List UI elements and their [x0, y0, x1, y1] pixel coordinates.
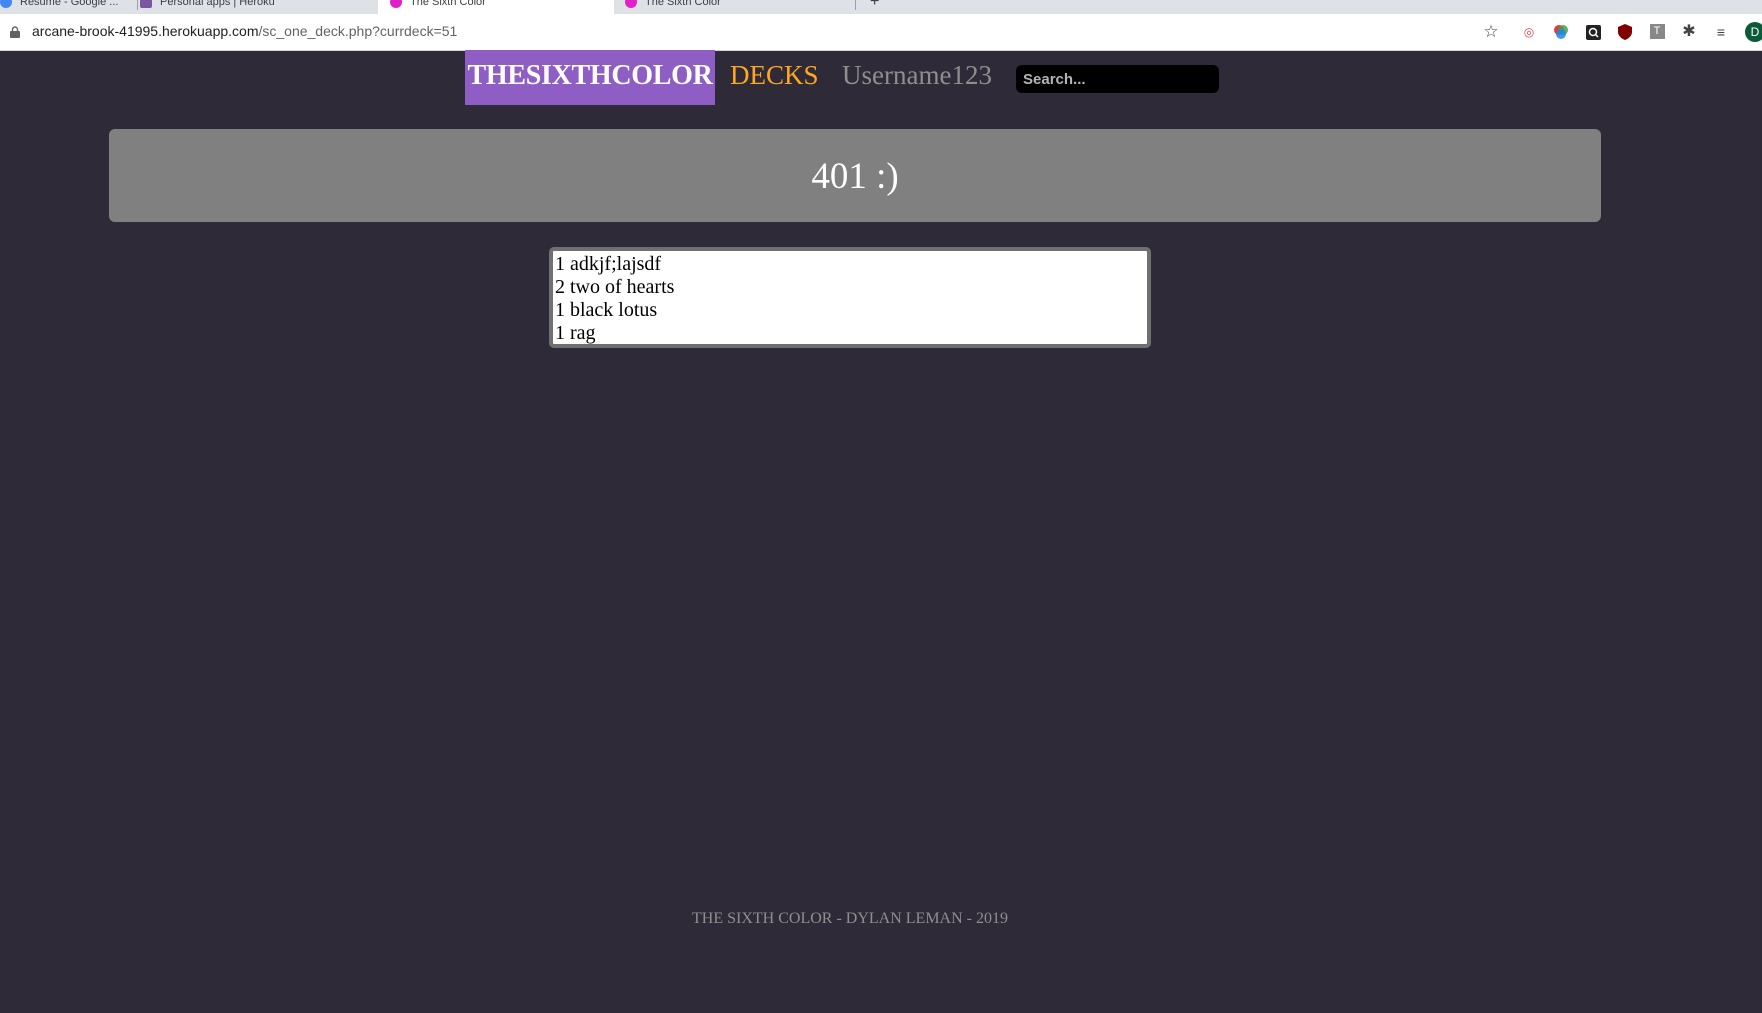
tab-sixth-color-active[interactable]: The Sixth Color ×: [378, 0, 614, 14]
pdf-extension-icon[interactable]: ◎: [1520, 23, 1538, 41]
site-favicon-icon: [390, 0, 402, 8]
ublock-shield-icon[interactable]: [1616, 23, 1634, 41]
footer-text: THE SIXTH COLOR - DYLAN LEMAN - 2019: [692, 910, 1008, 927]
tab-label: The Sixth Color: [410, 0, 486, 8]
url-text[interactable]: arcane-brook-41995.herokuapp.com/sc_one_…: [32, 23, 457, 39]
deck-title: 401 :): [811, 156, 899, 197]
puzzle-extensions-icon[interactable]: ✱: [1680, 23, 1698, 41]
google-docs-icon: [0, 0, 12, 8]
media-queue-icon[interactable]: ≡: [1712, 23, 1730, 41]
tab-heroku[interactable]: Personal apps | Heroku ×: [140, 0, 372, 14]
bookmark-star-icon[interactable]: ☆: [1482, 23, 1500, 41]
lock-icon: [10, 26, 20, 38]
decks-link[interactable]: DECKS: [730, 60, 819, 91]
deck-card-line: 1 adkjf;lajsdf: [555, 253, 662, 275]
search-extension-icon[interactable]: [1584, 23, 1602, 41]
site-favicon-icon: [625, 0, 637, 8]
profile-avatar[interactable]: D: [1745, 22, 1762, 42]
tab-resume[interactable]: Resume - Google ... ×: [0, 0, 135, 14]
deck-card-line: 2 two of hearts: [555, 276, 675, 298]
url-host: arcane-brook-41995.herokuapp.com: [32, 23, 259, 39]
url-path: /sc_one_deck.php?currdeck=51: [258, 23, 458, 39]
tab-label: The Sixth Color: [645, 0, 721, 8]
color-picker-extension-icon[interactable]: [1552, 23, 1570, 41]
tab-label: Personal apps | Heroku: [160, 0, 275, 8]
t-extension-icon[interactable]: T: [1648, 23, 1666, 41]
tab-label: Resume - Google ...: [20, 0, 119, 8]
deck-banner: 401 :): [109, 129, 1601, 222]
deck-card-line: 1 rag: [555, 322, 596, 344]
deck-list-box[interactable]: 1 adkjf;lajsdf 2 two of hearts 1 black l…: [549, 247, 1151, 348]
username-link[interactable]: Username123: [842, 60, 992, 91]
tab-strip: Resume - Google ... × Personal apps | He…: [0, 0, 1762, 14]
address-bar[interactable]: arcane-brook-41995.herokuapp.com/sc_one_…: [0, 14, 1762, 51]
deck-card-line: 1 black lotus: [555, 299, 658, 321]
search-input[interactable]: [1016, 65, 1219, 93]
tab-sixth-color[interactable]: The Sixth Color ×: [625, 0, 850, 14]
site-brand-link[interactable]: THESIXTHCOLOR: [465, 50, 715, 105]
heroku-icon: [140, 0, 152, 8]
new-tab-icon[interactable]: +: [870, 0, 890, 14]
